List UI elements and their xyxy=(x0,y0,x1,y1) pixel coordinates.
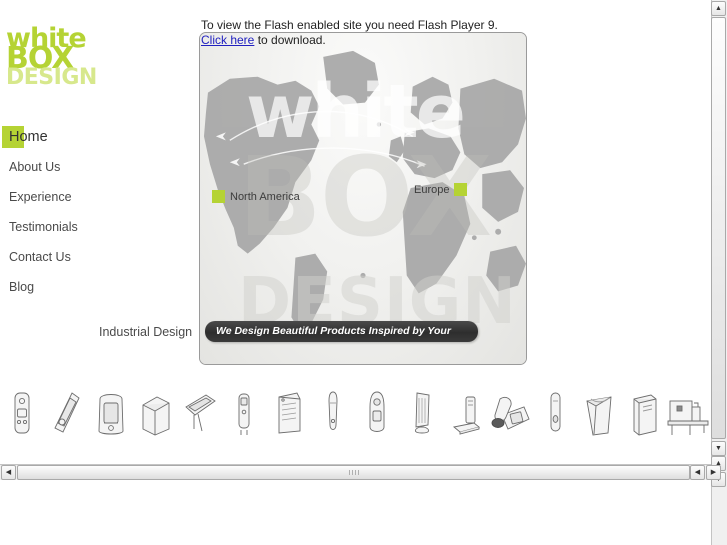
scroll-right-button[interactable]: ▶ xyxy=(706,465,721,480)
site-logo[interactable]: white BOX DESIGN xyxy=(6,25,126,90)
nav-label-about-us: About Us xyxy=(9,160,61,174)
nav-label-testimonials: Testimonials xyxy=(9,220,78,234)
category-label-industrial-design: Industrial Design xyxy=(99,325,193,339)
grip-line-icon xyxy=(357,470,359,475)
flash-stage[interactable]: BOX DESIGN white North America Europe We… xyxy=(199,32,527,365)
map-pin-label-north-america: North America xyxy=(230,190,300,203)
nav-label-blog: Blog xyxy=(9,280,35,294)
grip-line-icon xyxy=(354,470,356,475)
thumb-angled-scanner-sketch[interactable] xyxy=(44,381,88,437)
nav-item-about-us[interactable]: About Us xyxy=(0,152,190,182)
grip-line-icon xyxy=(348,470,350,475)
nav-item-blog[interactable]: Blog xyxy=(0,272,190,302)
thumb-document-scanner-sketch[interactable] xyxy=(444,381,488,437)
thumb-industrial-machine-sketch[interactable] xyxy=(666,381,710,437)
map-pin-label-europe: Europe xyxy=(414,183,450,196)
pin-marker-icon xyxy=(212,190,225,203)
nav-label-contact-us: Contact Us xyxy=(9,250,71,264)
flash-notice-text-after: to download. xyxy=(254,33,326,47)
thumb-waste-bin-sketch[interactable] xyxy=(577,381,621,437)
thumb-air-purifier-sketch[interactable] xyxy=(266,381,310,437)
thumb-kiosk-enclosure-sketch[interactable] xyxy=(89,381,133,437)
thumb-slim-remote-sketch[interactable] xyxy=(222,381,266,437)
flash-notice-text-before: To view the Flash enabled site you need … xyxy=(201,18,498,32)
browser-page: white BOX DESIGN Home About Us Experienc… xyxy=(0,0,727,545)
flash-download-link[interactable]: Click here xyxy=(201,33,254,47)
thumb-tablet-stand-sketch[interactable] xyxy=(178,381,222,437)
scroll-up-button[interactable]: ▲ xyxy=(711,1,726,16)
nav-label-home: Home xyxy=(9,129,48,145)
horizontal-scroll-thumb[interactable] xyxy=(17,465,690,480)
thumb-slim-controller-sketch[interactable] xyxy=(533,381,577,437)
thumb-stylus-probe-sketch[interactable] xyxy=(311,381,355,437)
scroll-left-button[interactable]: ◀ xyxy=(1,465,16,480)
vertical-scrollbar[interactable]: ▲ ▼ ▲ ▼ xyxy=(711,0,727,545)
thumb-tower-fan-sketch[interactable] xyxy=(400,381,444,437)
page-viewport: white BOX DESIGN Home About Us Experienc… xyxy=(0,0,711,459)
nav-item-home[interactable]: Home xyxy=(0,122,190,152)
stage-tagline-banner: We Design Beautiful Products Inspired by… xyxy=(205,321,478,342)
main-navigation: Home About Us Experience Testimonials Co… xyxy=(0,122,190,302)
map-pin-north-america[interactable]: North America xyxy=(212,190,300,203)
thumb-handheld-remote-sketch[interactable] xyxy=(355,381,399,437)
thumb-handheld-device-sketch[interactable] xyxy=(0,381,44,437)
grip-line-icon xyxy=(351,470,353,475)
scroll-left-button-secondary[interactable]: ◀ xyxy=(690,465,705,480)
logo-line-design: DESIGN xyxy=(6,64,97,90)
thumb-computer-tower-sketch[interactable] xyxy=(621,381,665,437)
vertical-scroll-thumb[interactable] xyxy=(711,17,726,439)
nav-item-experience[interactable]: Experience xyxy=(0,182,190,212)
nav-item-testimonials[interactable]: Testimonials xyxy=(0,212,190,242)
flash-player-notice: To view the Flash enabled site you need … xyxy=(201,18,521,48)
nav-item-contact-us[interactable]: Contact Us xyxy=(0,242,190,272)
horizontal-scrollbar[interactable]: ◀ ◀ ▶ xyxy=(0,464,721,480)
map-pin-europe[interactable]: Europe xyxy=(414,183,468,196)
thumb-desk-phone-sketch[interactable] xyxy=(488,381,532,437)
pin-marker-icon xyxy=(454,183,468,196)
thumb-cube-box-sketch[interactable] xyxy=(133,381,177,437)
nav-label-experience: Experience xyxy=(9,190,72,204)
scroll-down-button[interactable]: ▼ xyxy=(711,441,726,456)
product-thumbnail-strip xyxy=(0,379,711,437)
